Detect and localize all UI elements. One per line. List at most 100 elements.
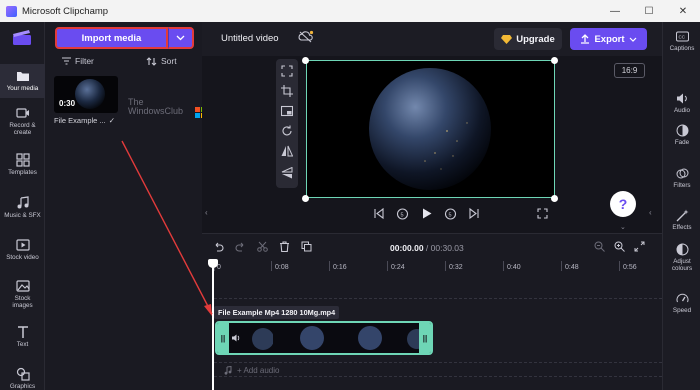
panel-label: Captions (669, 45, 695, 52)
fit-timeline-icon[interactable] (634, 241, 645, 252)
panel-label: Effects (672, 224, 692, 231)
ruler-tick-mark (619, 261, 620, 271)
nav-music-sfx[interactable]: Music & SFX (0, 196, 45, 219)
text-icon (17, 326, 28, 338)
add-audio-label: + Add audio (237, 366, 280, 375)
panel-adjust-colours[interactable]: Adjust colours (663, 243, 700, 272)
crop-icon[interactable] (281, 85, 293, 97)
timecode: 00:00.00 / 00:30.03 (390, 243, 464, 253)
diamond-icon (501, 34, 513, 44)
nav-stock-images[interactable]: Stock images (0, 279, 45, 309)
timecode-separator: / (423, 243, 431, 253)
redo-icon[interactable] (235, 241, 246, 252)
resize-handle-bottom-right[interactable] (551, 195, 558, 202)
media-filename: File Example ... ✓ (54, 116, 115, 125)
nav-record-create[interactable]: Record & create (0, 106, 45, 136)
sort-button[interactable]: Sort (146, 56, 177, 66)
audio-icon (676, 93, 687, 104)
playhead[interactable] (212, 260, 214, 390)
ruler-tick-mark (503, 261, 504, 271)
clip-name-tooltip: File Example Mp4 1280 10Mg.mp4 (214, 306, 340, 319)
nav-label: Stock video (6, 254, 39, 261)
picture-in-picture-icon[interactable] (281, 105, 293, 117)
fit-icon[interactable] (281, 65, 293, 77)
duplicate-icon[interactable] (301, 241, 312, 252)
music-icon (17, 196, 29, 209)
zoom-in-icon[interactable] (614, 241, 625, 252)
import-media-dropdown[interactable] (168, 27, 194, 49)
nav-text[interactable]: Text (0, 325, 45, 348)
stock-images-icon (15, 280, 30, 292)
undo-icon[interactable] (213, 241, 224, 252)
aspect-ratio-button[interactable]: 16:9 (614, 63, 645, 78)
graphics-icon (16, 367, 30, 381)
nav-stock-video[interactable]: Stock video (0, 238, 45, 261)
panel-label: Adjust colours (671, 258, 693, 272)
collapse-left-panel-icon[interactable]: ‹ (205, 208, 208, 217)
rotate-icon[interactable] (281, 125, 293, 137)
close-button[interactable]: ✕ (666, 0, 700, 22)
playhead-knob[interactable] (208, 259, 218, 268)
earth-preview-image (369, 68, 491, 190)
video-clip[interactable]: || || (215, 321, 433, 355)
nav-label: Stock images (12, 295, 33, 309)
panel-audio[interactable]: Audio (663, 92, 700, 114)
volume-icon[interactable] (231, 333, 241, 343)
delete-icon[interactable] (279, 241, 290, 252)
panel-label: Audio (673, 107, 691, 114)
ruler-tick-mark (271, 261, 272, 271)
ruler-tick-mark (387, 261, 388, 271)
checkmark-icon: ✓ (108, 116, 115, 125)
chevron-down-icon (176, 35, 185, 41)
flip-horizontal-icon[interactable] (281, 145, 293, 157)
upgrade-label: Upgrade (516, 33, 555, 45)
panel-captions[interactable]: CC Captions (663, 30, 700, 52)
ruler-tick: 0:08 (275, 264, 289, 271)
fade-icon (676, 124, 688, 137)
panel-effects[interactable]: Effects (663, 209, 700, 231)
panel-filters[interactable]: Filters (663, 167, 700, 189)
video-preview-canvas[interactable] (306, 60, 555, 198)
help-button[interactable]: ? (610, 191, 636, 217)
skip-back-icon[interactable] (372, 207, 385, 220)
flip-vertical-icon[interactable] (281, 167, 293, 179)
resize-handle-bottom-left[interactable] (302, 195, 309, 202)
timeline-ruler[interactable]: 0 0:08 0:16 0:24 0:32 0:40 0:48 0:56 (214, 261, 662, 273)
nav-your-media[interactable]: Your media (0, 64, 45, 98)
play-icon[interactable] (420, 207, 433, 220)
cloud-sync-off-icon[interactable] (298, 30, 314, 44)
split-icon[interactable] (257, 241, 268, 252)
speed-icon (676, 293, 688, 303)
video-title[interactable]: Untitled video (221, 33, 279, 44)
fullscreen-icon[interactable] (537, 208, 548, 219)
resize-handle-top-left[interactable] (302, 57, 309, 64)
add-audio-button[interactable]: + Add audio (224, 366, 279, 375)
maximize-button[interactable]: ☐ (632, 0, 666, 22)
nav-templates[interactable]: Templates (0, 153, 45, 176)
clip-trim-handle-left[interactable]: || (217, 323, 229, 353)
filters-icon (676, 168, 688, 179)
collapse-right-panel-icon[interactable]: ‹ (649, 208, 652, 217)
zoom-out-icon[interactable] (594, 241, 605, 252)
minimize-button[interactable]: — (598, 0, 632, 22)
rewind-5s-icon[interactable]: 5 (396, 207, 409, 220)
skip-forward-icon[interactable] (468, 207, 481, 220)
ruler-tick: 0:40 (507, 264, 521, 271)
panel-speed[interactable]: Speed (663, 292, 700, 314)
forward-5s-icon[interactable]: 5 (444, 207, 457, 220)
panel-label: Speed (672, 307, 692, 314)
collapse-preview-icon[interactable]: ⌄ (620, 223, 626, 231)
export-button[interactable]: Export (570, 28, 647, 50)
clip-frame-thumbnail (252, 328, 273, 350)
nav-graphics[interactable]: Graphics (0, 367, 45, 390)
watermark: The WindowsClub (128, 98, 183, 116)
media-thumbnail[interactable]: 0:30 (54, 76, 118, 113)
clip-trim-handle-right[interactable]: || (419, 323, 431, 353)
filter-button[interactable]: Filter (62, 56, 94, 66)
sort-label: Sort (161, 56, 177, 66)
panel-fade[interactable]: Fade (663, 124, 700, 146)
panel-label: Filters (673, 182, 691, 189)
import-media-button[interactable]: Import media (55, 27, 168, 49)
upgrade-button[interactable]: Upgrade (494, 28, 562, 50)
resize-handle-top-right[interactable] (551, 57, 558, 64)
